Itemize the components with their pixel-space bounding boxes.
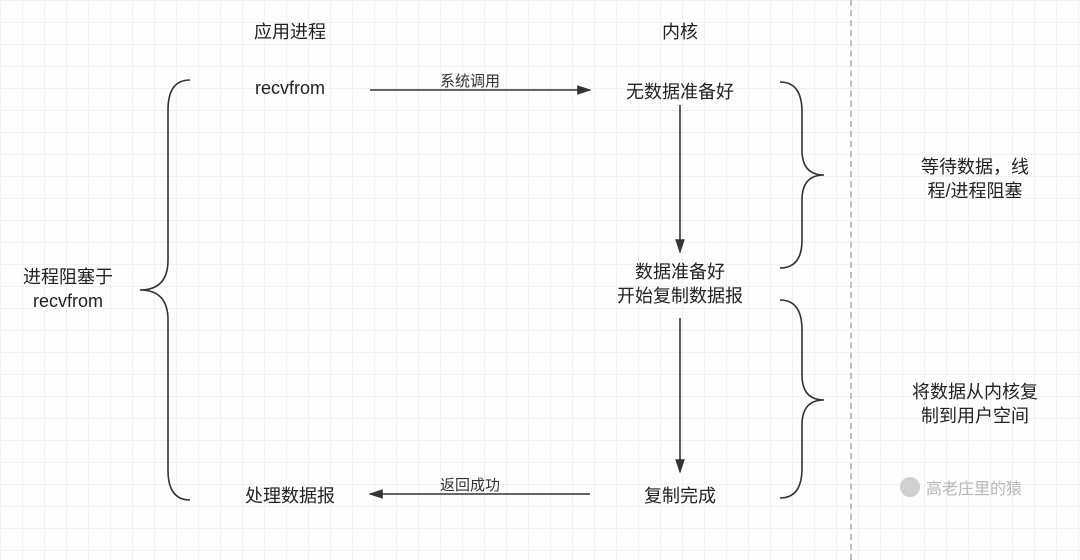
header-kernel: 内核 <box>640 18 720 44</box>
right-copy-user-text: 将数据从内核复 制到用户空间 <box>912 382 1038 426</box>
app-recvfrom: recvfrom <box>215 78 365 99</box>
kernel-no-data: 无数据准备好 <box>600 78 760 104</box>
kernel-copy-done: 复制完成 <box>600 482 760 508</box>
section-divider <box>850 0 852 560</box>
watermark-icon <box>900 477 920 497</box>
kernel-data-ready: 数据准备好 开始复制数据报 <box>600 260 760 309</box>
left-blocked-text: 进程阻塞于 recvfrom <box>23 267 113 311</box>
kernel-data-ready-text: 数据准备好 开始复制数据报 <box>617 262 743 306</box>
watermark-text: 高老庄里的猿 <box>926 475 1022 499</box>
right-wait-data: 等待数据，线 程/进程阻塞 <box>890 155 1060 204</box>
brace-left <box>140 80 190 500</box>
app-process-datagram: 处理数据报 <box>215 482 365 508</box>
left-blocked-label: 进程阻塞于 recvfrom <box>8 265 128 314</box>
arrow-return-label: 返回成功 <box>410 474 530 495</box>
arrow-syscall-label: 系统调用 <box>410 70 530 91</box>
brace-right-copy <box>780 300 824 498</box>
header-app-process: 应用进程 <box>230 18 350 44</box>
right-wait-data-text: 等待数据，线 程/进程阻塞 <box>921 157 1029 201</box>
brace-right-wait <box>780 82 824 268</box>
watermark: 高老庄里的猿 <box>900 475 1022 499</box>
right-copy-user: 将数据从内核复 制到用户空间 <box>890 380 1060 429</box>
